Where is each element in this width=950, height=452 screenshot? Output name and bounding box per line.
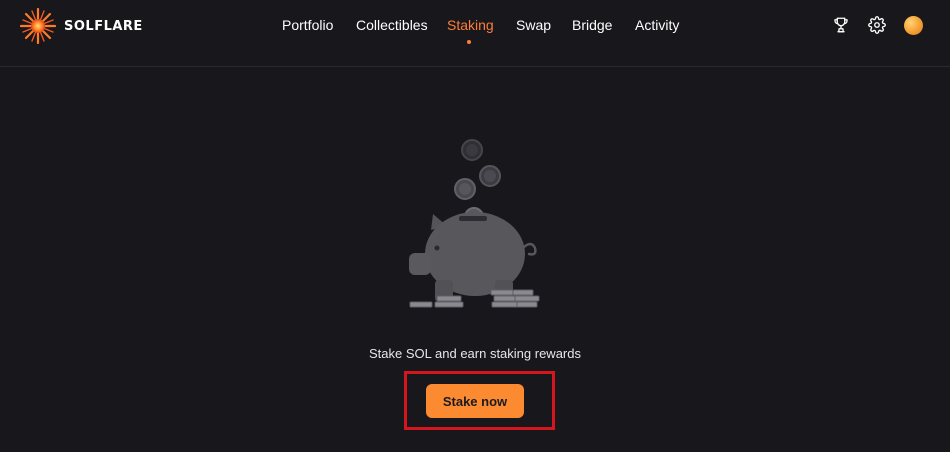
nav-item-staking[interactable]: Staking (447, 17, 494, 33)
coin-icon (454, 178, 476, 200)
coin-icon (479, 165, 501, 187)
solflare-logo[interactable]: SOLFLARE (18, 7, 143, 45)
trophy-icon[interactable] (830, 14, 852, 36)
active-nav-indicator (467, 40, 471, 44)
piggy-bank-illustration (395, 130, 555, 330)
stake-now-button[interactable]: Stake now (426, 384, 524, 418)
settings-gear-icon[interactable] (866, 14, 888, 36)
solflare-sun-icon (19, 7, 57, 45)
empty-state-message: Stake SOL and earn staking rewards (369, 346, 581, 361)
piggy-icon (409, 212, 537, 302)
nav-item-swap[interactable]: Swap (516, 17, 551, 33)
top-navigation-bar: SOLFLARE Portfolio Collectibles Staking … (0, 0, 950, 67)
nav-item-collectibles[interactable]: Collectibles (356, 17, 428, 33)
account-avatar[interactable] (904, 16, 923, 35)
coin-icon (461, 139, 483, 161)
nav-item-portfolio[interactable]: Portfolio (282, 17, 333, 33)
nav-item-activity[interactable]: Activity (635, 17, 679, 33)
nav-item-bridge[interactable]: Bridge (572, 17, 612, 33)
brand-name: SOLFLARE (64, 18, 143, 34)
